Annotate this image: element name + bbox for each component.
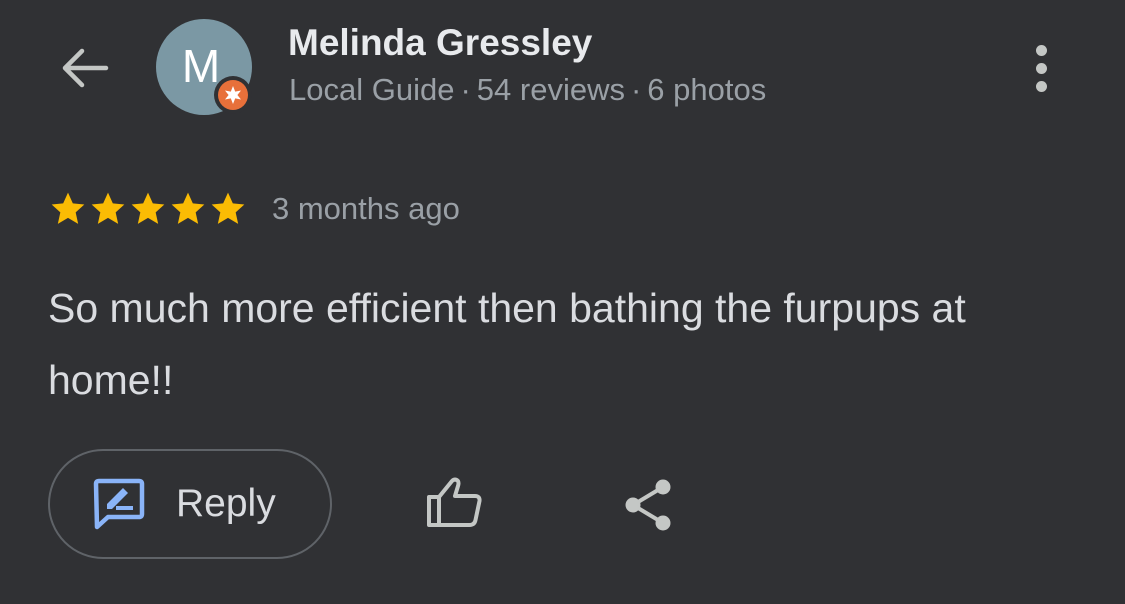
back-button[interactable] xyxy=(52,40,116,96)
like-button[interactable] xyxy=(420,470,490,534)
reply-label: Reply xyxy=(176,482,276,525)
arrow-left-icon xyxy=(62,48,109,88)
review-count: 54 reviews xyxy=(476,72,625,107)
local-guide-label: Local Guide xyxy=(289,72,455,107)
reply-edit-icon xyxy=(93,478,145,530)
star-rating xyxy=(48,189,248,229)
share-button[interactable] xyxy=(616,472,682,538)
review-text: So much more efficient then bathing the … xyxy=(48,285,966,403)
reply-button[interactable]: Reply xyxy=(48,449,332,559)
local-guide-badge xyxy=(214,76,252,114)
more-options-button[interactable] xyxy=(1016,38,1066,98)
thumbs-up-icon xyxy=(427,477,482,527)
star-icon xyxy=(211,192,245,224)
star-icon xyxy=(51,192,85,224)
star-icon xyxy=(131,192,165,224)
author-name[interactable]: Melinda Gressley xyxy=(288,22,592,64)
review-date: 3 months ago xyxy=(272,191,460,226)
avatar-initial: M xyxy=(181,40,221,92)
local-guide-badge-icon xyxy=(225,86,241,104)
rating-row: 3 months ago xyxy=(48,186,460,232)
meta-separator: · xyxy=(630,72,642,107)
author-meta: Local Guide · 54 reviews · 6 photos xyxy=(289,72,766,108)
more-vertical-icon xyxy=(1035,44,1047,56)
photo-count: 6 photos xyxy=(647,72,767,107)
meta-separator: · xyxy=(460,72,471,107)
star-icon xyxy=(171,192,205,224)
star-icon xyxy=(91,192,125,224)
share-icon xyxy=(625,479,671,531)
